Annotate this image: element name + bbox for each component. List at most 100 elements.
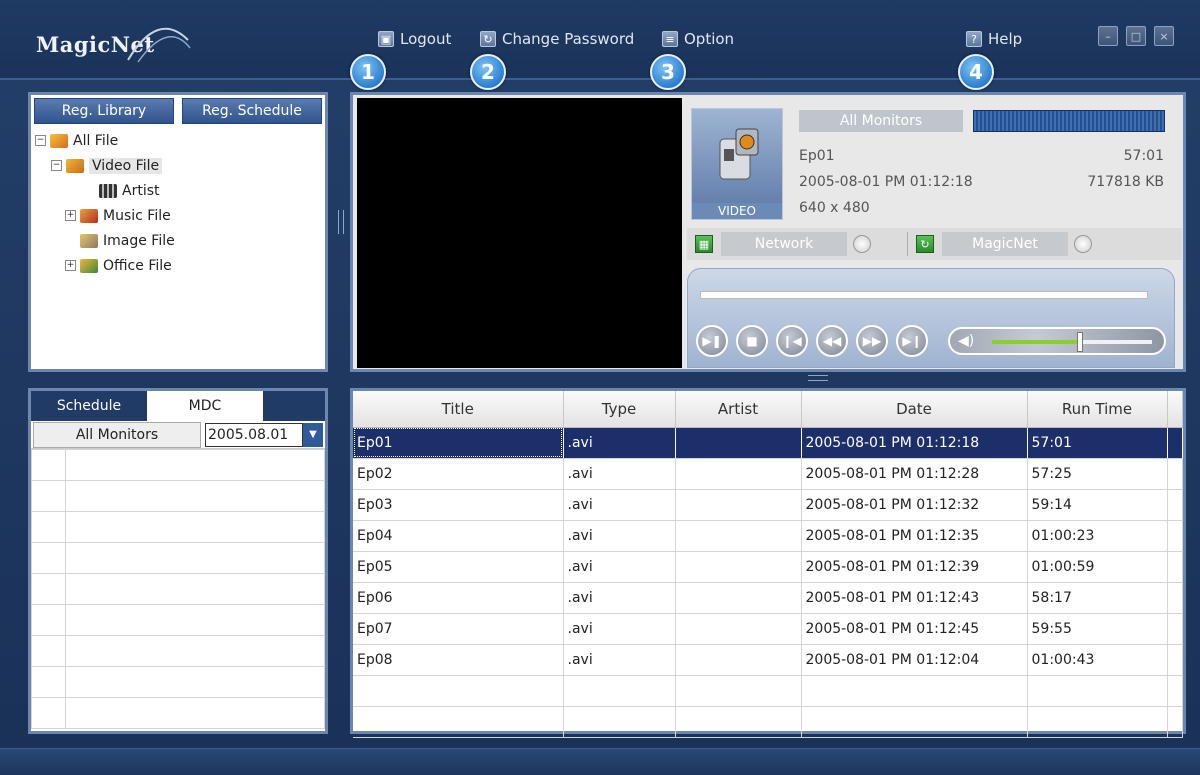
music-folder-icon [80,208,98,223]
fast-forward-button[interactable]: ▶▶ [856,325,888,357]
expand-icon[interactable]: + [65,260,76,271]
column-header-date[interactable]: Date [801,391,1028,428]
table-cell [801,706,1028,738]
table-row[interactable]: Ep08 .avi 2005-08-01 PM 01:12:04 01:00:43 [353,644,1183,676]
table-cell [1167,582,1183,614]
tree-node-all-file[interactable]: − All File [35,128,325,153]
column-header-title[interactable]: Title [353,391,564,428]
callout-badge-4: 4 [958,54,994,90]
schedule-row[interactable] [31,697,325,729]
volume-fill [992,340,1080,344]
schedule-panel: Schedule MDC All Monitors 2005.08.01 ▼ [28,388,328,734]
collapse-icon[interactable]: − [35,135,46,146]
clapperboard-icon [99,183,117,198]
schedule-row[interactable] [31,449,325,481]
playback-controls: ▶❚ ■ ❙◀ ◀◀ ▶▶ ▶❙ ◀) [687,268,1175,368]
horizontal-splitter[interactable] [808,375,828,381]
skip-back-icon: ❙◀ [782,334,802,348]
help-button[interactable]: ? Help [966,30,1022,48]
close-button[interactable]: × [1154,26,1174,46]
table-cell: .avi [563,582,676,614]
schedule-controls: All Monitors 2005.08.01 ▼ [31,421,325,449]
table-cell [675,706,802,738]
network-status[interactable]: ▦ Network [687,232,871,256]
table-row[interactable]: Ep04 .avi 2005-08-01 PM 01:12:35 01:00:23 [353,520,1183,552]
tree-node-image-file[interactable]: Image File [35,228,325,253]
volume-slider[interactable] [992,332,1152,352]
all-monitors-button[interactable]: All Monitors [33,421,201,448]
rewind-button[interactable]: ◀◀ [816,325,848,357]
option-button[interactable]: ≡ Option [662,30,734,48]
table-cell [801,675,1028,707]
schedule-row[interactable] [31,666,325,698]
tree-node-video-file[interactable]: − Video File [35,153,325,178]
minimize-button[interactable]: – [1098,26,1118,46]
table-row[interactable]: Ep05 .avi 2005-08-01 PM 01:12:39 01:00:59 [353,551,1183,583]
tab-reg-library[interactable]: Reg. Library [34,98,174,124]
column-header-run-time[interactable]: Run Time [1027,391,1168,428]
seek-bar[interactable] [700,291,1148,299]
schedule-row[interactable] [31,573,325,605]
tab-mdc[interactable]: MDC [147,391,263,421]
table-cell [1167,613,1183,645]
table-row[interactable]: Ep03 .avi 2005-08-01 PM 01:12:32 59:14 [353,489,1183,521]
camcorder-icon [719,128,759,180]
schedule-row[interactable] [31,604,325,636]
media-resolution: 640 x 480 [799,200,870,216]
video-preview[interactable] [357,98,682,368]
logout-button[interactable]: ▣ Logout [378,30,451,48]
table-row[interactable]: Ep01 .avi 2005-08-01 PM 01:12:18 57:01 [353,427,1183,459]
previous-button[interactable]: ❙◀ [776,325,808,357]
speaker-icon[interactable]: ◀) [958,333,974,349]
top-bar: MagicNet ▣ Logout ↻ Change Password ≡ Op… [0,0,1200,80]
tab-schedule[interactable]: Schedule [31,391,147,421]
date-field[interactable]: 2005.08.01 [205,422,303,447]
image-folder-icon [80,233,98,248]
volume-knob[interactable] [1077,332,1083,352]
maximize-button[interactable]: □ [1126,26,1146,46]
schedule-row[interactable] [31,511,325,543]
settings-icon: ≡ [662,31,678,47]
close-icon: × [1159,29,1169,43]
table-cell: 2005-08-01 PM 01:12:35 [801,520,1028,552]
stop-button[interactable]: ■ [736,325,768,357]
library-panel: Reg. Library Reg. Schedule − All File − … [28,92,328,372]
table-cell [563,706,676,738]
table-row[interactable]: Ep02 .avi 2005-08-01 PM 01:12:28 57:25 [353,458,1183,490]
magicnet-icon: ↻ [916,235,934,253]
status-bar [0,748,1200,775]
table-row[interactable] [353,675,1183,707]
schedule-row[interactable] [31,635,325,667]
table-cell [1167,551,1183,583]
play-pause-button[interactable]: ▶❚ [696,325,728,357]
tree-node-office-file[interactable]: + Office File [35,253,325,278]
schedule-row[interactable] [31,480,325,512]
table-cell [675,551,802,583]
table-cell: 2005-08-01 PM 01:12:43 [801,582,1028,614]
table-cell [675,675,802,707]
magicnet-status[interactable]: ↻ MagicNet [908,232,1092,256]
table-row[interactable]: Ep07 .avi 2005-08-01 PM 01:12:45 59:55 [353,613,1183,645]
all-monitors-selector[interactable]: All Monitors [799,110,963,132]
vertical-splitter[interactable] [338,210,344,234]
next-button[interactable]: ▶❙ [896,325,928,357]
stop-icon: ■ [746,334,758,348]
tree-node-artist[interactable]: Artist [35,178,325,203]
expand-icon[interactable]: + [65,210,76,221]
table-row[interactable]: Ep06 .avi 2005-08-01 PM 01:12:43 58:17 [353,582,1183,614]
date-dropdown-button[interactable]: ▼ [303,422,323,447]
tab-reg-schedule[interactable]: Reg. Schedule [182,98,322,124]
table-row[interactable] [353,706,1183,738]
table-cell: 2005-08-01 PM 01:12:18 [801,427,1028,459]
callout-badge-2: 2 [470,54,506,90]
schedule-row[interactable] [31,542,325,574]
media-duration: 57:01 [1123,148,1164,164]
collapse-icon[interactable]: − [51,160,62,171]
change-password-label: Change Password [502,30,635,48]
tree-node-music-file[interactable]: + Music File [35,203,325,228]
column-header-type[interactable]: Type [563,391,676,428]
column-header-artist[interactable]: Artist [675,391,802,428]
logo-swirl-icon [127,27,191,63]
change-password-button[interactable]: ↻ Change Password [480,30,634,48]
table-cell: 01:00:59 [1027,551,1168,583]
